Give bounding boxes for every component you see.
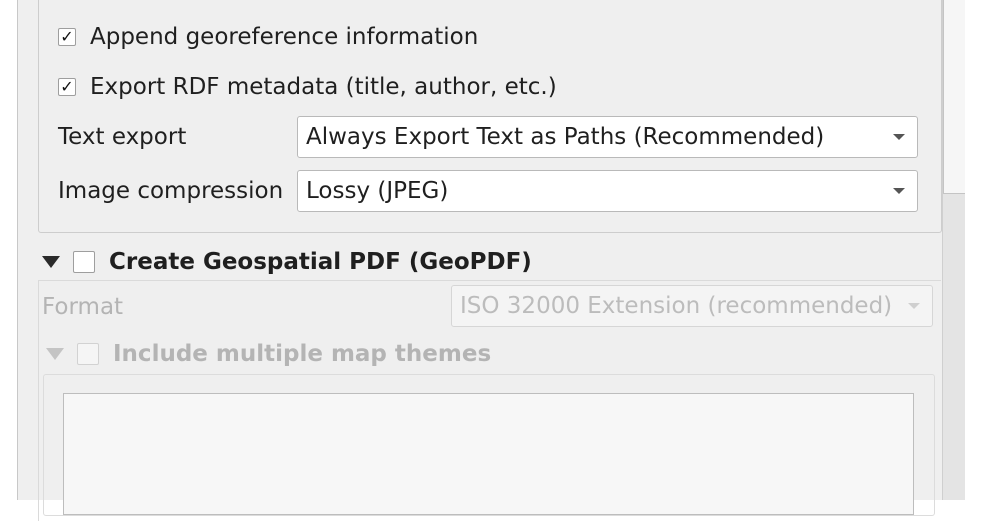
geopdf-checkbox[interactable] [73, 251, 95, 273]
image-compression-combobox[interactable]: Lossy (JPEG) [297, 170, 918, 212]
text-export-row: Text export [58, 122, 186, 152]
append-georeference-label: Append georeference information [90, 24, 479, 50]
text-export-combobox[interactable]: Always Export Text as Paths (Recommended… [297, 116, 918, 158]
geopdf-format-combobox[interactable]: ISO 32000 Extension (recommended) [451, 285, 933, 327]
append-georeference-row[interactable]: ✓ Append georeference information [58, 24, 478, 50]
checkmark-icon: ✓ [60, 27, 74, 46]
map-themes-list[interactable] [63, 393, 914, 515]
geopdf-format-label: Format [42, 294, 124, 320]
text-export-label: Text export [58, 124, 187, 150]
chevron-down-icon [893, 188, 905, 194]
append-georeference-checkbox[interactable]: ✓ [58, 28, 76, 46]
export-rdf-metadata-row[interactable]: ✓ Export RDF metadata (title, author, et… [58, 74, 557, 100]
map-themes-header[interactable]: Include multiple map themes [46, 340, 491, 368]
geopdf-title: Create Geospatial PDF (GeoPDF) [109, 249, 532, 275]
triangle-down-icon[interactable] [46, 348, 64, 360]
triangle-down-icon[interactable] [42, 256, 60, 268]
image-compression-value: Lossy (JPEG) [306, 178, 449, 204]
map-themes-checkbox[interactable] [77, 343, 99, 365]
checkmark-icon: ✓ [60, 77, 74, 96]
scrollbar-handle[interactable] [943, 0, 965, 194]
export-rdf-metadata-label: Export RDF metadata (title, author, etc.… [90, 74, 557, 100]
text-export-value: Always Export Text as Paths (Recommended… [306, 124, 825, 150]
image-compression-row: Image compression [58, 176, 283, 206]
chevron-down-icon [893, 134, 905, 140]
map-themes-label: Include multiple map themes [113, 341, 492, 367]
geopdf-header[interactable]: Create Geospatial PDF (GeoPDF) [42, 248, 532, 276]
image-compression-label: Image compression [58, 178, 284, 204]
export-rdf-metadata-checkbox[interactable]: ✓ [58, 78, 76, 96]
geopdf-format-value: ISO 32000 Extension (recommended) [460, 293, 893, 319]
geopdf-format-row: Format [42, 292, 123, 322]
chevron-down-icon [908, 303, 920, 309]
